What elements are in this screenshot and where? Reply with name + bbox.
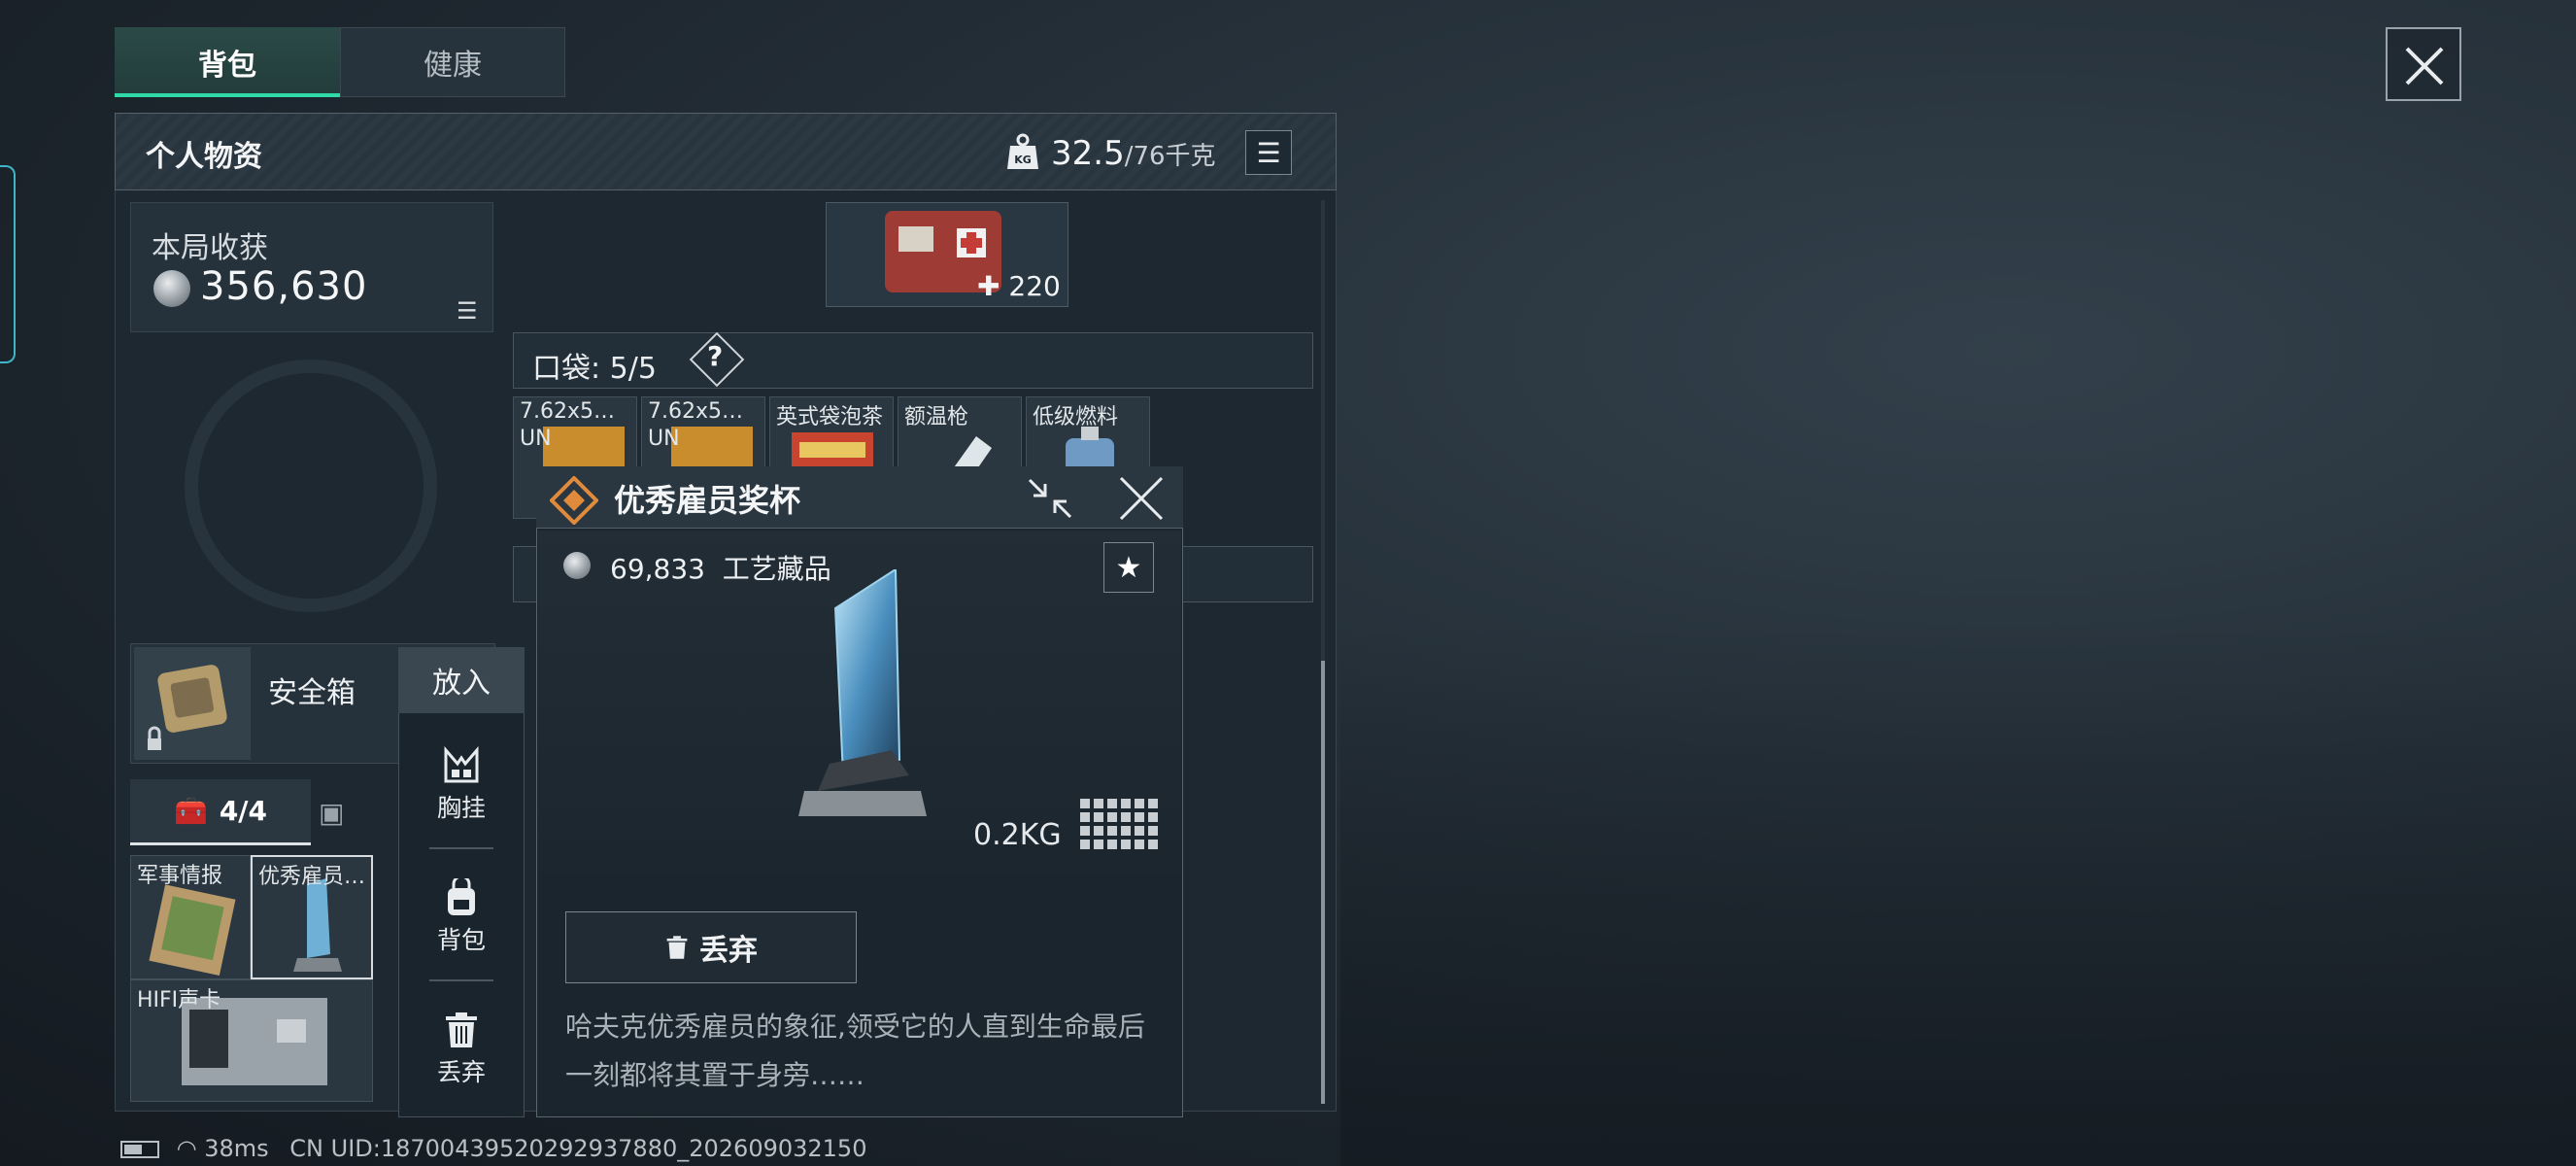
item-price: 69,833 bbox=[610, 553, 705, 585]
list-icon: ☰ bbox=[1256, 136, 1281, 169]
slot-label: 军事情报 bbox=[137, 864, 223, 888]
item-description: 哈夫克优秀雇员的象征,领受它的人直到生命最后一刻都将其置于身旁…… bbox=[565, 1011, 1145, 1091]
kit-count-value: 220 bbox=[1008, 270, 1061, 302]
slot-hifi-soundcard[interactable]: HIFI声卡 bbox=[130, 979, 373, 1102]
pocket-item-label: 低级燃料 bbox=[1033, 405, 1119, 429]
sort-list-button[interactable]: ☰ bbox=[1245, 130, 1292, 175]
weight-current: 32.5 bbox=[1051, 134, 1125, 173]
background-fog bbox=[1340, 622, 2576, 1166]
toolbox-icon: 🧰 bbox=[173, 795, 208, 827]
menu-item-label: 背包 bbox=[436, 926, 486, 954]
slot-military-intel[interactable]: 军事情报 bbox=[130, 855, 251, 979]
menu-item-backpack[interactable]: 背包 bbox=[398, 861, 525, 977]
tab-health[interactable]: 健康 bbox=[340, 27, 565, 97]
trash-icon bbox=[666, 936, 688, 959]
collapse-icon bbox=[1028, 478, 1072, 519]
slot-label: HIFI声卡 bbox=[137, 988, 221, 1012]
pocket-item-label: 英式袋泡茶 bbox=[776, 405, 884, 429]
tab-backpack[interactable]: 背包 bbox=[115, 27, 340, 97]
collapse-button[interactable] bbox=[1026, 476, 1074, 521]
close-icon bbox=[1119, 476, 1164, 521]
earnings-label: 本局收获 bbox=[152, 231, 268, 265]
wifi-icon: ◠ bbox=[176, 1135, 197, 1162]
trophy-image bbox=[798, 569, 927, 816]
ping-value: 38ms bbox=[204, 1135, 269, 1162]
pocket-item-label: 额温枪 bbox=[904, 405, 969, 429]
tab-toolbox[interactable]: 🧰 4/4 bbox=[130, 779, 311, 845]
pocket-label-text: 口袋: bbox=[532, 352, 601, 386]
context-menu-header: 放入 bbox=[398, 647, 525, 713]
menu-divider bbox=[429, 979, 493, 981]
favorite-button[interactable]: ★ bbox=[1103, 542, 1154, 593]
uid-text: CN UID:18700439520292937880_202609032150 bbox=[289, 1135, 867, 1162]
tab-secondary[interactable]: ▣ bbox=[319, 779, 396, 845]
left-edge-handle[interactable] bbox=[0, 165, 16, 363]
pocket-item-label: 7.62x5… bbox=[648, 399, 744, 424]
pocket-item-sub: UN bbox=[648, 427, 680, 451]
chest-rig-icon bbox=[444, 746, 479, 783]
close-icon bbox=[2405, 47, 2444, 86]
earnings-list-icon[interactable]: ☰ bbox=[457, 297, 478, 325]
help-mark: ? bbox=[707, 340, 724, 372]
svg-text:KG: KG bbox=[1014, 154, 1032, 166]
scrollbar-thumb[interactable] bbox=[1321, 661, 1325, 1104]
coin-icon bbox=[153, 270, 190, 307]
plus-icon: ✚ bbox=[977, 270, 1000, 302]
safebox-label: 安全箱 bbox=[268, 676, 356, 710]
rarity-diamond-icon bbox=[550, 476, 598, 525]
grid-size-icon bbox=[1080, 799, 1158, 849]
close-button[interactable] bbox=[2386, 27, 2461, 101]
item-title: 优秀雇员奖杯 bbox=[614, 482, 801, 519]
earnings-value: 356,630 bbox=[200, 264, 368, 309]
backpack-icon bbox=[448, 878, 475, 915]
menu-item-chest-rig[interactable]: 胸挂 bbox=[398, 729, 525, 845]
panel-title: 个人物资 bbox=[146, 140, 262, 174]
trash-icon bbox=[446, 1012, 477, 1047]
slot-trophy[interactable]: 优秀雇员… bbox=[251, 855, 373, 979]
star-icon: ★ bbox=[1115, 550, 1142, 585]
menu-divider bbox=[429, 847, 493, 849]
pocket-item-sub: UN bbox=[520, 427, 552, 451]
item-weight: 0.2KG bbox=[973, 818, 1062, 852]
status-bar: ◠ 38ms CN UID:18700439520292937880_20260… bbox=[120, 1135, 866, 1162]
weight-max: /76千克 bbox=[1124, 142, 1216, 171]
safebox-image bbox=[134, 647, 251, 760]
battery-icon bbox=[120, 1141, 159, 1158]
pocket-count: 5/5 bbox=[609, 352, 657, 386]
kit-durability: ✚ 220 bbox=[977, 270, 1061, 302]
coin-icon bbox=[563, 552, 591, 579]
faction-emblem-watermark bbox=[185, 360, 437, 612]
menu-item-label: 丢弃 bbox=[436, 1058, 486, 1086]
kg-weight-icon: KG bbox=[1007, 133, 1038, 169]
discard-button[interactable]: 丢弃 bbox=[565, 911, 857, 983]
discard-label: 丢弃 bbox=[699, 934, 758, 968]
pocket-item-label: 7.62x5… bbox=[520, 399, 616, 424]
case-icon: ▣ bbox=[319, 796, 345, 829]
menu-item-discard[interactable]: 丢弃 bbox=[398, 993, 525, 1110]
popup-close-button[interactable] bbox=[1117, 474, 1166, 523]
pocket-label: 口袋: 5/5 bbox=[532, 344, 657, 387]
toolbox-count: 4/4 bbox=[219, 795, 268, 827]
menu-item-label: 胸挂 bbox=[436, 794, 486, 822]
slot-label: 优秀雇员… bbox=[258, 865, 366, 889]
weight-readout: 32.5/76千克 bbox=[1051, 134, 1216, 173]
